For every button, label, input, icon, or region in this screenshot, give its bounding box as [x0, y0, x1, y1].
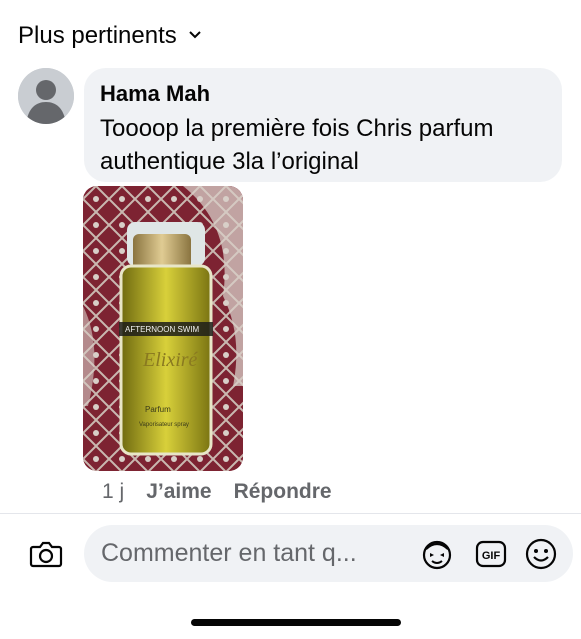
photo-brand-text: AFTERNOON SWIM — [125, 325, 200, 334]
avatar-sticker-icon[interactable] — [420, 537, 454, 571]
divider — [0, 513, 581, 514]
comment-actions: 1 j J’aime Répondre — [102, 480, 332, 504]
gif-label: GIF — [482, 550, 501, 562]
photo-label-text: Parfum — [145, 405, 171, 414]
comment-composer[interactable]: Commenter en tant q... GIF — [84, 525, 573, 582]
comment-text-line: authentique 3la l’original — [100, 148, 359, 175]
camera-icon[interactable] — [28, 536, 64, 572]
comment-bubble: Hama Mah Toooop la première fois Chris p… — [84, 68, 562, 182]
comment-photo[interactable]: AFTERNOON SWIM Elixiré Parfum Vaporisate… — [83, 186, 243, 471]
sort-label: Plus pertinents — [18, 22, 177, 49]
commenter-avatar[interactable] — [18, 68, 74, 124]
comment-text-line: Toooop la première fois Chris parfum — [100, 115, 494, 142]
comment-text: Toooop la première fois Chris parfum aut… — [100, 112, 546, 178]
home-indicator — [191, 619, 401, 626]
default-avatar-icon — [18, 68, 74, 124]
comment-author[interactable]: Hama Mah — [100, 80, 546, 108]
like-button[interactable]: J’aime — [146, 480, 211, 504]
chevron-down-icon — [189, 26, 201, 42]
sort-dropdown[interactable]: Plus pertinents — [18, 22, 201, 50]
comment-input[interactable]: Commenter en tant q... — [101, 539, 357, 568]
photo-sub-text: Vaporisateur spray — [139, 422, 189, 428]
photo-name-text: Elixiré — [142, 349, 199, 371]
comment-time: 1 j — [102, 480, 125, 503]
gif-button[interactable]: GIF — [474, 537, 508, 571]
reply-button[interactable]: Répondre — [234, 480, 332, 504]
emoji-icon[interactable] — [524, 537, 558, 571]
